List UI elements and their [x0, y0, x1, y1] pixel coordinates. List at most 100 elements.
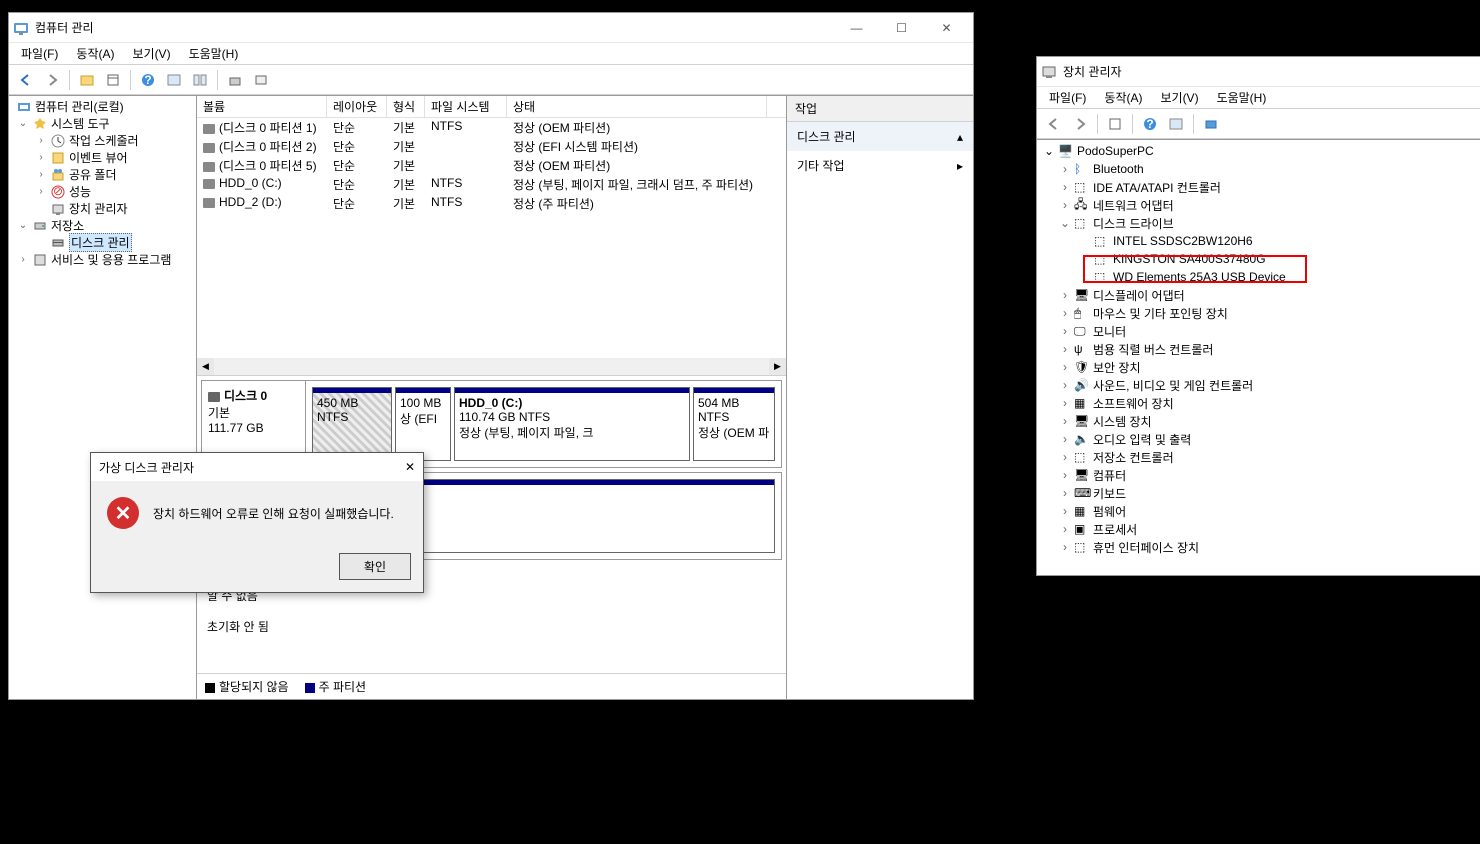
dev-netadapter[interactable]: ›🖧네트워크 어댑터: [1037, 196, 1480, 214]
menu-help[interactable]: 도움말(H): [181, 43, 247, 64]
tree-diskmgmt[interactable]: 디스크 관리: [9, 234, 196, 251]
help-button[interactable]: ?: [137, 69, 159, 91]
action-header: 작업: [787, 96, 973, 122]
back-button[interactable]: [15, 69, 37, 91]
dm-menu-view[interactable]: 보기(V): [1152, 87, 1206, 108]
dev-bluetooth[interactable]: ›ᛒBluetooth: [1037, 160, 1480, 178]
tree-shared[interactable]: ›공유 폴더: [9, 166, 196, 183]
ok-button[interactable]: 확인: [339, 553, 411, 580]
tree-eventvw[interactable]: ›이벤트 뷰어: [9, 149, 196, 166]
toolbar-btn-1[interactable]: [76, 69, 98, 91]
col-volume[interactable]: 볼륨: [197, 96, 327, 117]
col-layout[interactable]: 레이아웃: [327, 96, 387, 117]
dev-firmware[interactable]: ›▦펌웨어: [1037, 502, 1480, 520]
tree-storage[interactable]: ⌄저장소: [9, 217, 196, 234]
dm-scan-button[interactable]: [1200, 113, 1222, 135]
dm-back-button[interactable]: [1043, 113, 1065, 135]
vol-row[interactable]: (디스크 0 파티션 2)단순기본정상 (EFI 시스템 파티션): [197, 137, 786, 156]
dm-toolbar-btn[interactable]: [1104, 113, 1126, 135]
maximize-button[interactable]: ☐: [879, 14, 924, 42]
menu-file[interactable]: 파일(F): [13, 43, 66, 64]
tree-devmgr[interactable]: 장치 관리자: [9, 200, 196, 217]
forward-button[interactable]: [41, 69, 63, 91]
dialog-message: 장치 하드웨어 오류로 인해 요청이 실패했습니다.: [153, 505, 394, 522]
dev-display[interactable]: ›🖥디스플레이 어댑터: [1037, 286, 1480, 304]
highlight-box: [1083, 255, 1307, 283]
toolbar-btn-5[interactable]: [189, 69, 211, 91]
dev-hid[interactable]: ›⬚휴먼 인터페이스 장치: [1037, 538, 1480, 556]
tree-services[interactable]: ›서비스 및 응용 프로그램: [9, 251, 196, 268]
compmgmt-titlebar[interactable]: 컴퓨터 관리 — ☐ ✕: [9, 13, 973, 43]
dm-forward-button[interactable]: [1069, 113, 1091, 135]
action-diskmgmt[interactable]: 디스크 관리▴: [787, 122, 973, 151]
partition[interactable]: 504 MB NTFS정상 (OEM 파: [693, 387, 775, 461]
vol-row[interactable]: (디스크 0 파티션 1)단순기본NTFS정상 (OEM 파티션): [197, 118, 786, 137]
dev-computer[interactable]: ›🖥컴퓨터: [1037, 466, 1480, 484]
compmgmt-toolbar: ?: [9, 65, 973, 95]
vol-row[interactable]: (디스크 0 파티션 5)단순기본정상 (OEM 파티션): [197, 156, 786, 175]
partition[interactable]: 450 MB NTFS: [312, 387, 392, 461]
error-dialog: 가상 디스크 관리자 ✕ ✕ 장치 하드웨어 오류로 인해 요청이 실패했습니다…: [90, 452, 424, 593]
action-other[interactable]: 기타 작업▸: [787, 151, 973, 180]
close-button[interactable]: ✕: [924, 14, 969, 42]
dev-security[interactable]: ›🛡보안 장치: [1037, 358, 1480, 376]
devmgr-titlebar[interactable]: 장치 관리자: [1037, 57, 1480, 87]
toolbar-btn-7[interactable]: [250, 69, 272, 91]
minimize-button[interactable]: —: [834, 14, 879, 42]
dev-usb[interactable]: ›ψ범용 직렬 버스 컨트롤러: [1037, 340, 1480, 358]
dev-sysdev[interactable]: ›🖥시스템 장치: [1037, 412, 1480, 430]
tree-tasksch[interactable]: ›작업 스케줄러: [9, 132, 196, 149]
dev-ide[interactable]: ›⬚IDE ATA/ATAPI 컨트롤러: [1037, 178, 1480, 196]
dialog-title: 가상 디스크 관리자: [99, 459, 194, 476]
dev-keyboard[interactable]: ›⌨키보드: [1037, 484, 1480, 502]
dm-help-button[interactable]: ?: [1139, 113, 1161, 135]
volume-list[interactable]: 볼륨 레이아웃 형식 파일 시스템 상태 (디스크 0 파티션 1)단순기본NT…: [197, 96, 786, 376]
dev-storage[interactable]: ›⬚저장소 컨트롤러: [1037, 448, 1480, 466]
action-pane: 작업 디스크 관리▴ 기타 작업▸: [787, 96, 973, 699]
dev-root[interactable]: ⌄🖥️PodoSuperPC: [1037, 142, 1480, 160]
col-type[interactable]: 형식: [387, 96, 425, 117]
dialog-close-button[interactable]: ✕: [405, 460, 415, 474]
nav-tree[interactable]: 컴퓨터 관리(로컬) ⌄시스템 도구 ›작업 스케줄러 ›이벤트 뷰어 ›공유 …: [9, 96, 197, 699]
dev-monitor[interactable]: ›🖵모니터: [1037, 322, 1480, 340]
svg-text:?: ?: [1146, 117, 1153, 131]
svg-text:?: ?: [144, 73, 151, 87]
toolbar-btn-2[interactable]: [102, 69, 124, 91]
error-icon: ✕: [107, 497, 139, 529]
partition-c[interactable]: HDD_0 (C:)110.74 GB NTFS정상 (부팅, 페이지 파일, …: [454, 387, 690, 461]
dev-diskdrives[interactable]: ⌄⬚디스크 드라이브: [1037, 214, 1480, 232]
hscrollbar[interactable]: ◀▶: [197, 358, 786, 375]
toolbar-btn-6[interactable]: [224, 69, 246, 91]
tree-perf[interactable]: ›⊘성능: [9, 183, 196, 200]
compmgmt-menubar: 파일(F) 동작(A) 보기(V) 도움말(H): [9, 43, 973, 65]
dm-toolbar-btn2[interactable]: [1165, 113, 1187, 135]
dm-menu-file[interactable]: 파일(F): [1041, 87, 1094, 108]
dev-dd1[interactable]: ⬚INTEL SSDSC2BW120H6: [1037, 232, 1480, 250]
compmgmt-icon: [13, 20, 29, 36]
expand-icon: ▸: [957, 159, 963, 173]
devmgr-menubar: 파일(F) 동작(A) 보기(V) 도움말(H): [1037, 87, 1480, 109]
dialog-titlebar[interactable]: 가상 디스크 관리자 ✕: [91, 453, 423, 481]
dev-mouse[interactable]: ›🖱마우스 및 기타 포인팅 장치: [1037, 304, 1480, 322]
dev-processor[interactable]: ›▣프로세서: [1037, 520, 1480, 538]
vol-row[interactable]: HDD_0 (C:)단순기본NTFS정상 (부팅, 페이지 파일, 크래시 덤프…: [197, 175, 786, 194]
menu-action[interactable]: 동작(A): [68, 43, 122, 64]
col-status[interactable]: 상태: [507, 96, 767, 117]
devmgr-toolbar: ?: [1037, 109, 1480, 139]
dm-menu-action[interactable]: 동작(A): [1096, 87, 1150, 108]
menu-view[interactable]: 보기(V): [124, 43, 178, 64]
tree-systools[interactable]: ⌄시스템 도구: [9, 115, 196, 132]
device-tree[interactable]: ⌄🖥️PodoSuperPC ›ᛒBluetooth ›⬚IDE ATA/ATA…: [1037, 139, 1480, 575]
dm-menu-help[interactable]: 도움말(H): [1209, 87, 1275, 108]
center-pane: 볼륨 레이아웃 형식 파일 시스템 상태 (디스크 0 파티션 1)단순기본NT…: [197, 96, 787, 699]
vol-row[interactable]: HDD_2 (D:)단순기본NTFS정상 (주 파티션): [197, 194, 786, 213]
dev-audio[interactable]: ›🔈오디오 입력 및 출력: [1037, 430, 1480, 448]
toolbar-btn-4[interactable]: [163, 69, 185, 91]
devmgr-title: 장치 관리자: [1063, 63, 1476, 80]
tree-root[interactable]: 컴퓨터 관리(로컬): [9, 98, 196, 115]
col-fs[interactable]: 파일 시스템: [425, 96, 507, 117]
partition[interactable]: 100 MB상 (EFI: [395, 387, 451, 461]
dev-sound[interactable]: ›🔊사운드, 비디오 및 게임 컨트롤러: [1037, 376, 1480, 394]
devmgr-window: 장치 관리자 파일(F) 동작(A) 보기(V) 도움말(H) ? ⌄🖥️Pod…: [1036, 56, 1480, 576]
dev-soft[interactable]: ›▦소프트웨어 장치: [1037, 394, 1480, 412]
